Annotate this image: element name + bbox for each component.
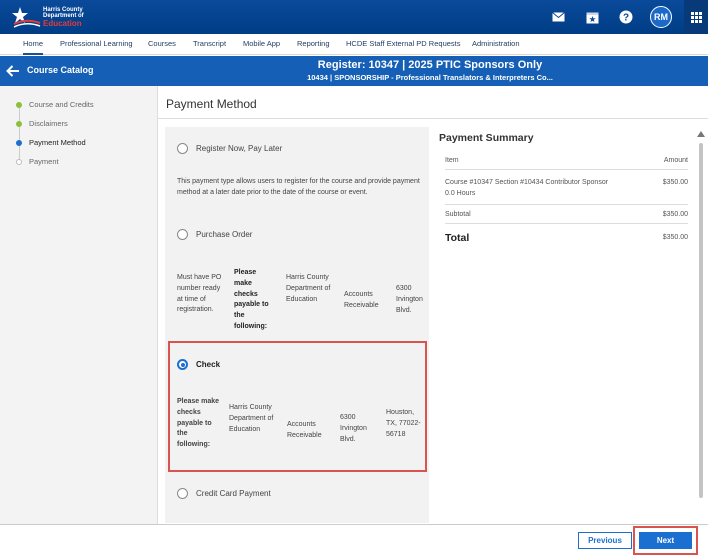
logo-line-3: Education xyxy=(43,19,82,28)
apps-grid-icon xyxy=(690,11,702,23)
step-payment-method[interactable]: Payment Method xyxy=(16,138,86,147)
nav-tab-reporting[interactable]: Reporting xyxy=(297,34,330,55)
hcde-logo[interactable]: Harris County Department of Education xyxy=(12,6,90,28)
payment-summary: Payment Summary Item Amount Course #1034… xyxy=(431,127,693,523)
radio-purchase-order[interactable] xyxy=(177,229,188,240)
radio-register-now[interactable] xyxy=(177,143,188,154)
logo-text: Harris County Department of Education xyxy=(43,7,84,28)
subtotal-label: Subtotal xyxy=(445,211,471,218)
line-item-description: Course #10347 Section #10434 Contributor… xyxy=(445,179,609,186)
calendar-star-icon xyxy=(586,12,598,23)
option-register-now-pay-later[interactable]: Register Now, Pay Later xyxy=(177,143,282,154)
nav-tab-courses[interactable]: Courses xyxy=(148,34,176,55)
option-label: Credit Card Payment xyxy=(196,489,271,498)
po-payee-department: Accounts Receivable xyxy=(344,291,379,309)
summary-col-item: Item xyxy=(445,157,459,164)
line-item-hours: 0.0 Hours xyxy=(445,190,476,197)
summary-divider xyxy=(445,204,688,205)
previous-button[interactable]: Previous xyxy=(578,532,632,549)
mail-icon xyxy=(551,12,565,22)
option-purchase-order[interactable]: Purchase Order xyxy=(177,229,252,240)
option-label: Register Now, Pay Later xyxy=(196,144,283,153)
heading-divider xyxy=(158,118,708,119)
subtotal-amount: $350.00 xyxy=(662,211,688,218)
registration-steps: Course and Credits Disclaimers Payment M… xyxy=(0,86,158,525)
summary-subtotal-row: Subtotal $350.00 xyxy=(445,211,688,218)
nav-tab-hcde-staff-external[interactable]: HCDE Staff External PD Requests xyxy=(346,34,461,55)
summary-header-row: Item Amount xyxy=(445,157,688,164)
nav-tab-home[interactable]: Home xyxy=(23,34,44,55)
summary-col-amount: Amount xyxy=(663,157,688,164)
svg-text:?: ? xyxy=(623,13,629,24)
po-payable-text: Please make checks payable to the follow… xyxy=(234,269,269,330)
summary-line-item: Course #10347 Section #10434 Contributor… xyxy=(445,179,688,186)
register-now-description: This payment type allows users to regist… xyxy=(177,178,420,196)
nav-tab-mobile-app[interactable]: Mobile App xyxy=(243,34,280,55)
mail-button[interactable] xyxy=(548,7,568,27)
step-complete-icon xyxy=(16,101,22,108)
nav-tab-administration[interactable]: Administration xyxy=(472,34,520,55)
next-button[interactable]: Next xyxy=(639,532,692,549)
register-title: Register: 10347 | 2025 PTIC Sponsors Onl… xyxy=(317,59,543,71)
summary-title: Payment Summary xyxy=(439,132,534,144)
step-course-and-credits[interactable]: Course and Credits xyxy=(16,100,94,109)
apps-menu-button[interactable] xyxy=(684,0,708,34)
wizard-footer: Previous Next xyxy=(0,524,708,555)
option-credit-card[interactable]: Credit Card Payment xyxy=(177,488,271,499)
step-pending-icon xyxy=(16,158,22,165)
register-title-bar: Course Catalog Register: 10347 | 2025 PT… xyxy=(0,56,708,86)
option-label: Purchase Order xyxy=(196,230,253,239)
po-payee-address: 6300 Irvington Blvd. xyxy=(396,285,423,314)
summary-divider xyxy=(445,169,688,170)
flag-star-icon xyxy=(12,7,41,28)
step-current-icon xyxy=(16,139,22,146)
summary-divider xyxy=(445,223,688,224)
line-item-amount: $350.00 xyxy=(662,179,688,186)
step-label: Payment xyxy=(29,157,59,166)
step-complete-icon xyxy=(16,120,22,127)
step-payment[interactable]: Payment xyxy=(16,157,59,166)
calendar-button[interactable] xyxy=(582,7,602,27)
content-scrollbar[interactable] xyxy=(697,127,705,523)
help-button[interactable]: ? xyxy=(616,7,636,27)
total-amount: $350.00 xyxy=(662,234,688,241)
step-label: Course and Credits xyxy=(29,100,94,109)
steps-connector-line xyxy=(18,108,20,160)
summary-line-hours: 0.0 Hours xyxy=(445,190,688,197)
header-actions: ? RM xyxy=(548,0,708,34)
po-requirement-text: Must have PO number ready at time of reg… xyxy=(177,274,222,314)
total-label: Total xyxy=(445,232,470,244)
nav-tab-transcript[interactable]: Transcript xyxy=(193,34,226,55)
page-title: Payment Method xyxy=(166,97,257,111)
check-option-highlight xyxy=(168,341,427,472)
user-avatar[interactable]: RM xyxy=(650,6,672,28)
scrollbar-thumb[interactable] xyxy=(699,143,703,498)
scroll-up-arrow-icon[interactable] xyxy=(697,131,705,137)
help-icon: ? xyxy=(619,10,633,24)
step-label: Payment Method xyxy=(29,138,86,147)
radio-credit-card[interactable] xyxy=(177,488,188,499)
step-disclaimers[interactable]: Disclaimers xyxy=(16,119,68,128)
course-catalog-link[interactable]: Course Catalog xyxy=(27,65,94,75)
summary-total-row: Total $350.00 xyxy=(445,232,688,244)
main-nav: Home Professional Learning Courses Trans… xyxy=(0,34,708,55)
nav-tab-professional-learning[interactable]: Professional Learning xyxy=(60,34,133,55)
step-label: Disclaimers xyxy=(29,119,68,128)
po-payee-name: Harris County Department of Education xyxy=(286,274,331,303)
top-header: Harris County Department of Education ? … xyxy=(0,0,708,34)
back-arrow-icon[interactable] xyxy=(5,63,21,79)
register-subtitle: 10434 | SPONSORSHIP - Professional Trans… xyxy=(307,73,553,82)
